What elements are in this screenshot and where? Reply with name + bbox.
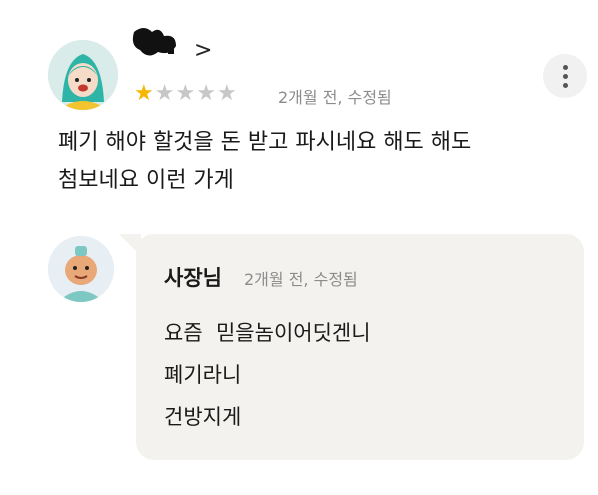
redaction-scribble bbox=[132, 28, 176, 56]
reply-text-line: 요즘 믿을놈이어딧겐니 bbox=[164, 321, 371, 345]
review-text-line: 폐기 해야 할것을 돈 받고 파시네요 해도 해도 bbox=[58, 130, 472, 155]
review-text-line: 첨보네요 이런 가게 bbox=[58, 168, 234, 193]
star-icon-filled: ★ bbox=[134, 81, 154, 106]
review-card: > ★ ★ ★ ★ ★ 2개월 전, 수정됨 폐기 해야 할것을 돈 받고 파시… bbox=[0, 0, 598, 495]
more-options-button[interactable] bbox=[543, 54, 587, 98]
reviewer-name-redacted[interactable] bbox=[130, 22, 182, 62]
owner-avatar bbox=[48, 236, 114, 302]
review-text: 폐기 해야 할것을 돈 받고 파시네요 해도 해도 첨보네요 이런 가게 bbox=[58, 124, 578, 200]
star-icon-empty: ★ bbox=[154, 81, 175, 106]
reply-timestamp: 2개월 전, 수정됨 bbox=[244, 270, 358, 289]
star-icon-empty: ★ bbox=[175, 81, 196, 106]
rating-stars: ★ ★ ★ ★ ★ bbox=[134, 82, 237, 106]
reviewer-profile-chevron[interactable]: > bbox=[194, 38, 212, 63]
more-vertical-icon bbox=[562, 82, 568, 88]
reply-text-line: 폐기라니 bbox=[164, 363, 242, 387]
owner-avatar-illustration bbox=[48, 236, 114, 302]
owner-name: 사장님 bbox=[164, 266, 222, 290]
more-vertical-icon bbox=[562, 73, 568, 79]
star-icon-empty: ★ bbox=[196, 81, 216, 106]
owner-reply-text: 요즘 믿을놈이어딧겐니 폐기라니 건방지게 bbox=[164, 312, 371, 438]
reply-text-line: 건방지게 bbox=[164, 405, 242, 429]
reviewer-avatar-illustration bbox=[48, 40, 118, 110]
review-timestamp: 2개월 전, 수정됨 bbox=[278, 88, 392, 107]
star-icon-empty: ★ bbox=[216, 81, 237, 106]
reviewer-avatar[interactable] bbox=[48, 40, 118, 110]
more-vertical-icon bbox=[562, 64, 568, 70]
